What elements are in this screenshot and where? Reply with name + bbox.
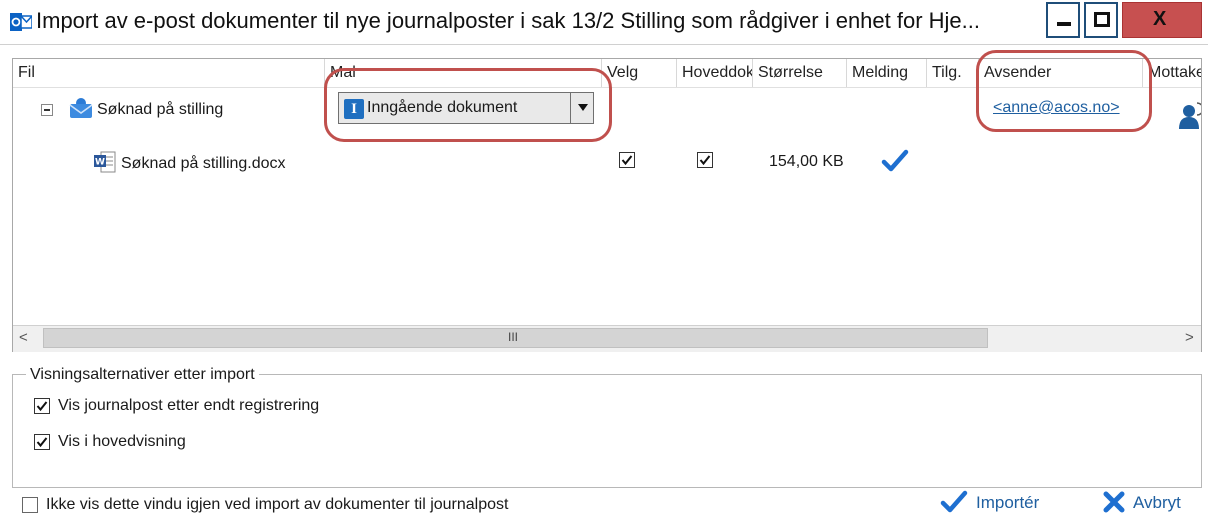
- close-icon: [1103, 491, 1125, 513]
- checkmark-icon: [940, 490, 968, 513]
- hoveddok-checkbox[interactable]: [697, 152, 713, 168]
- close-button[interactable]: X: [1122, 2, 1202, 38]
- row-file-name[interactable]: Søknad på stilling.docx: [121, 155, 286, 173]
- person-icon[interactable]: [1179, 99, 1204, 134]
- sender-highlight: [976, 50, 1152, 132]
- title-bar: Import av e-post dokumenter til nye jour…: [0, 0, 1208, 45]
- maximize-button[interactable]: [1084, 2, 1118, 38]
- import-button-label: Importér: [976, 493, 1040, 512]
- outlook-icon: [10, 11, 33, 33]
- scroll-left-icon[interactable]: <: [19, 329, 28, 346]
- word-document-icon: W: [93, 151, 117, 178]
- view-options-group: [12, 374, 1202, 488]
- minimize-button[interactable]: [1046, 2, 1080, 38]
- col-header-velg[interactable]: Velg: [602, 59, 677, 87]
- grip-icon: III: [508, 330, 519, 344]
- show-journal-post-label[interactable]: Vis journalpost etter endt registrering: [58, 397, 319, 415]
- col-header-hoveddok[interactable]: Hoveddok: [677, 59, 753, 87]
- show-main-view-checkbox[interactable]: [34, 434, 50, 450]
- col-header-storrelse[interactable]: Størrelse: [753, 59, 847, 87]
- velg-checkbox[interactable]: [619, 152, 635, 168]
- scroll-thumb[interactable]: III: [43, 328, 988, 348]
- col-header-melding[interactable]: Melding: [847, 59, 927, 87]
- window-title: Import av e-post dokumenter til nye jour…: [36, 8, 981, 33]
- dont-show-again-checkbox[interactable]: [22, 497, 38, 513]
- col-header-tilg[interactable]: Tilg.: [927, 59, 979, 87]
- svg-text:W: W: [95, 158, 105, 168]
- template-highlight: [324, 68, 612, 142]
- email-icon: [69, 97, 93, 124]
- row-file-name[interactable]: Søknad på stilling: [97, 101, 223, 119]
- view-options-title: Visningsalternativer etter import: [26, 366, 259, 384]
- collapse-toggle[interactable]: [41, 104, 53, 116]
- show-main-view-label[interactable]: Vis i hovedvisning: [58, 433, 186, 451]
- checkmark-icon: [881, 149, 909, 178]
- horizontal-scrollbar[interactable]: < III >: [13, 325, 1201, 352]
- scroll-right-icon[interactable]: >: [1185, 329, 1194, 346]
- close-icon: X: [1153, 8, 1167, 30]
- cancel-button-label: Avbryt: [1133, 493, 1181, 512]
- col-header-fil[interactable]: Fil: [13, 59, 325, 87]
- dont-show-again-label[interactable]: Ikke vis dette vindu igjen ved import av…: [46, 496, 508, 514]
- show-journal-post-checkbox[interactable]: [34, 398, 50, 414]
- file-size: 154,00 KB: [769, 153, 844, 170]
